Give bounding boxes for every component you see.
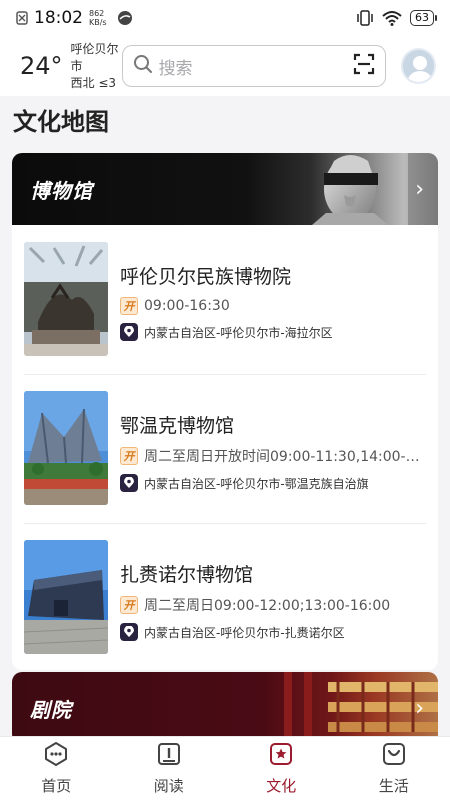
museum-name: 鄂温克博物馆 <box>120 415 235 437</box>
location-pin-icon <box>120 474 138 492</box>
bag-icon <box>381 741 407 771</box>
opening-hours: 周二至周日开放时间09:00-11:30,14:00-… <box>144 449 420 465</box>
opening-hours-row: 开 周二至周日09:00-12:00;13:00-16:00 <box>120 595 426 615</box>
nav-life-label: 生活 <box>378 777 409 795</box>
weather-info[interactable]: 呼伦贝尔市 西北 ≤3 <box>71 41 126 92</box>
address-row: 内蒙古自治区-呼伦贝尔市-海拉尔区 <box>120 323 426 341</box>
museum-photo <box>24 391 108 505</box>
address: 内蒙古自治区-呼伦贝尔市-海拉尔区 <box>144 325 333 340</box>
home-icon <box>43 741 69 771</box>
open-hours-icon: 开 <box>120 297 138 315</box>
search-bar[interactable]: 搜索 <box>121 45 386 87</box>
nav-read[interactable]: 阅读 <box>113 737 226 800</box>
theatre-banner-title: 剧院 <box>30 697 72 722</box>
chevron-right-icon[interactable]: › <box>415 696 424 721</box>
scan-icon[interactable] <box>353 53 375 79</box>
page-title: 文化地图 <box>13 108 109 136</box>
status-bar: 18:02 862 KB/s 63 <box>0 0 450 36</box>
divider <box>24 374 426 375</box>
opening-hours: 09:00-16:30 <box>144 298 230 314</box>
wind-info: 西北 ≤3 <box>70 75 117 90</box>
location-pin-icon <box>120 323 138 341</box>
wifi-icon <box>382 10 402 26</box>
open-hours-icon: 开 <box>120 447 138 465</box>
network-speed-unit: KB/s <box>89 18 107 27</box>
list-item[interactable]: 鄂温克博物馆 开 周二至周日开放时间09:00-11:30,14:00-… 内蒙… <box>24 391 426 505</box>
address-row: 内蒙古自治区-呼伦贝尔市-鄂温克族自治旗 <box>120 474 426 492</box>
book-icon <box>156 741 182 771</box>
address-row: 内蒙古自治区-呼伦贝尔市-扎赉诺尔区 <box>120 623 426 641</box>
opening-hours-row: 开 周二至周日开放时间09:00-11:30,14:00-… <box>120 446 426 466</box>
museum-photo <box>24 242 108 356</box>
museum-banner[interactable]: 博物馆 › <box>12 153 438 225</box>
temperature[interactable]: 24° <box>20 52 63 80</box>
network-speed: 862 KB/s <box>89 9 111 27</box>
museum-name: 呼伦贝尔民族博物院 <box>120 266 292 288</box>
theatre-card: 剧院 › <box>12 672 438 744</box>
battery-indicator: 63 <box>410 10 437 26</box>
nav-home-label: 首页 <box>41 777 72 795</box>
statue-image <box>312 153 438 225</box>
culture-icon <box>268 741 294 771</box>
avatar[interactable] <box>400 48 436 84</box>
address: 内蒙古自治区-呼伦贝尔市-鄂温克族自治旗 <box>144 476 369 491</box>
museum-banner-title: 博物馆 <box>30 178 93 203</box>
city-name: 呼伦贝尔市 <box>70 41 119 73</box>
address: 内蒙古自治区-呼伦贝尔市-扎赉诺尔区 <box>144 625 345 640</box>
theatre-image <box>268 672 438 744</box>
search-input[interactable]: 搜索 <box>159 54 353 79</box>
search-icon <box>133 54 153 78</box>
network-speed-value: 862 <box>89 9 105 18</box>
app-notification-icon <box>117 10 133 26</box>
open-hours-icon: 开 <box>120 596 138 614</box>
nav-read-label: 阅读 <box>153 777 184 795</box>
app-header: 24° 呼伦贝尔市 西北 ≤3 搜索 <box>0 36 450 96</box>
nav-culture[interactable]: 文化 <box>225 737 338 800</box>
museum-name: 扎赉诺尔博物馆 <box>120 564 254 586</box>
bottom-nav: 首页 阅读 文化 生活 <box>0 736 450 800</box>
nav-life[interactable]: 生活 <box>338 737 450 800</box>
opening-hours: 周二至周日09:00-12:00;13:00-16:00 <box>144 598 391 614</box>
theatre-banner[interactable]: 剧院 › <box>12 672 438 744</box>
opening-hours-row: 开 09:00-16:30 <box>120 297 426 315</box>
vibrate-icon <box>356 10 374 26</box>
museum-card: 博物馆 › 呼伦贝尔民族博物院 开 09:00-16:30 内蒙古自治区-呼伦贝… <box>12 153 438 670</box>
list-item[interactable]: 扎赉诺尔博物馆 开 周二至周日09:00-12:00;13:00-16:00 内… <box>24 540 426 654</box>
notification-icon <box>16 11 28 25</box>
museum-photo <box>24 540 108 654</box>
nav-culture-label: 文化 <box>266 777 297 795</box>
chevron-right-icon[interactable]: › <box>415 177 424 202</box>
divider <box>24 523 426 524</box>
status-time: 18:02 <box>34 8 83 28</box>
list-item[interactable]: 呼伦贝尔民族博物院 开 09:00-16:30 内蒙古自治区-呼伦贝尔市-海拉尔… <box>24 242 426 356</box>
nav-home[interactable]: 首页 <box>0 737 113 800</box>
location-pin-icon <box>120 623 138 641</box>
